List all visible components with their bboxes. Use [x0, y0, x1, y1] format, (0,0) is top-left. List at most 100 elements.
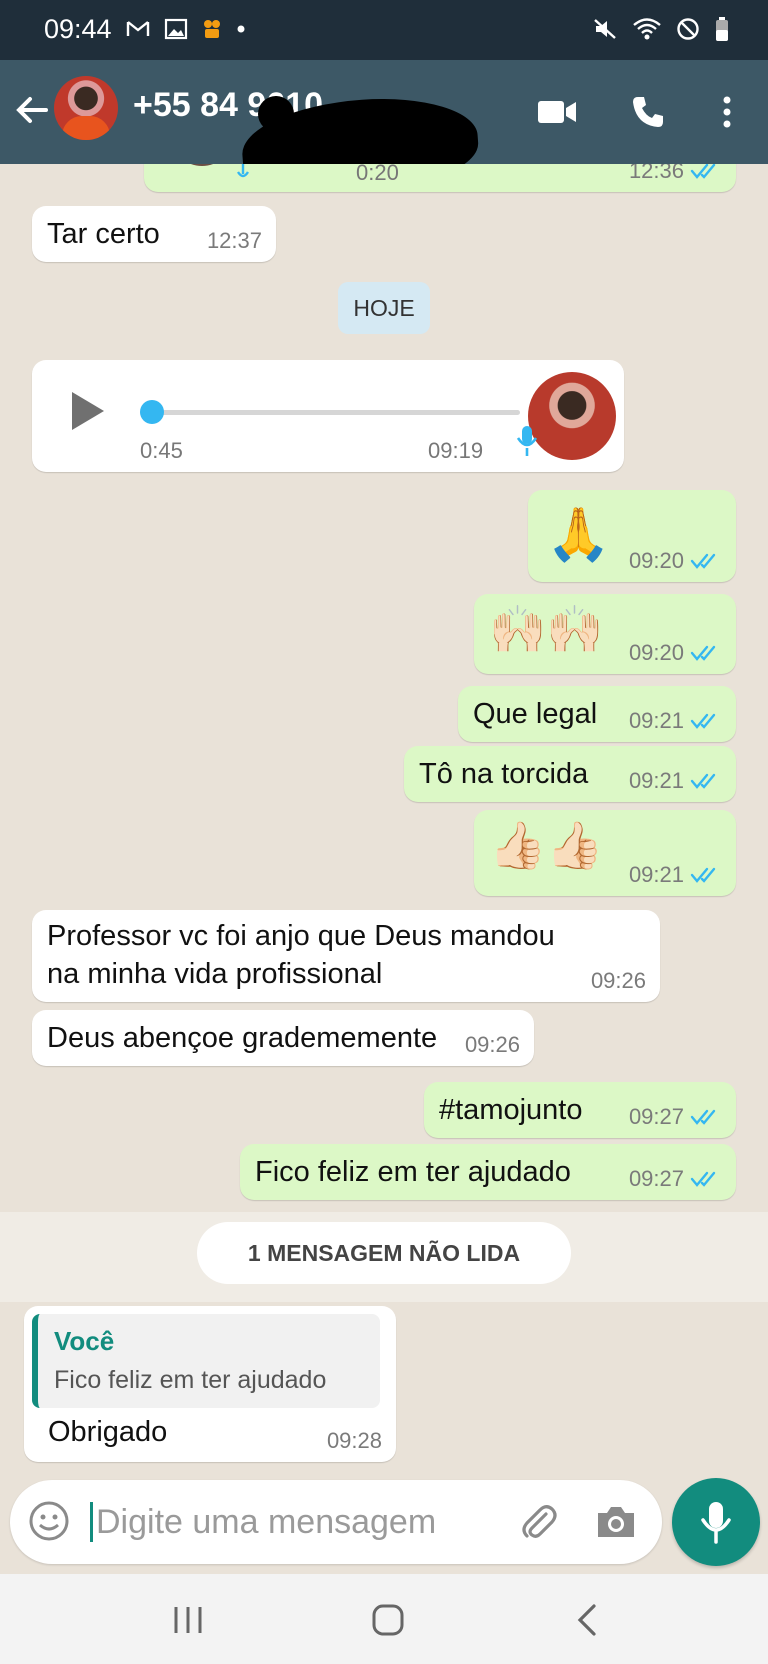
message-meta: 09:26 — [591, 968, 646, 994]
voice-duration-partial: 0:20 — [356, 164, 399, 185]
message-time: 09:28 — [326, 1428, 382, 1453]
double-check-icon — [690, 1109, 716, 1125]
emoji-icon[interactable] — [28, 1500, 70, 1542]
recent-apps-icon[interactable] — [168, 1600, 208, 1640]
message-input[interactable] — [96, 1496, 496, 1548]
message-bubble-outgoing[interactable]: 🙏 09:20 — [528, 490, 736, 582]
message-bubble-outgoing[interactable]: Tô na torcida 09:21 — [404, 746, 736, 802]
double-check-icon — [690, 773, 716, 789]
message-meta: 09:28 — [327, 1428, 382, 1454]
mic-small-icon — [236, 164, 250, 178]
home-icon[interactable] — [368, 1600, 408, 1640]
quoted-reply[interactable]: Você Fico feliz em ter ajudado — [32, 1314, 380, 1408]
video-camera-icon — [538, 101, 576, 123]
chat-header: +55 84 9610 — [0, 60, 768, 199]
notification-dot-icon — [237, 25, 245, 33]
status-bar: 09:44 — [0, 0, 768, 60]
mute-icon — [594, 19, 616, 39]
gmail-icon — [126, 21, 150, 36]
back-arrow-icon[interactable] — [12, 90, 52, 130]
message-time: 09:27 — [628, 1166, 684, 1191]
message-meta: 09:20 — [629, 640, 722, 666]
contact-avatar[interactable] — [54, 76, 118, 140]
double-check-icon — [690, 713, 716, 729]
message-time: 09:21 — [628, 862, 684, 887]
voice-progress-handle[interactable] — [140, 400, 164, 424]
gallery-icon — [164, 18, 188, 40]
date-separator: HOJE — [338, 282, 430, 334]
redaction-scribble-tip — [258, 96, 294, 132]
message-bubble-voice[interactable]: 0:45 09:19 — [32, 360, 624, 472]
more-options-button[interactable] — [703, 88, 751, 136]
play-icon[interactable] — [70, 390, 106, 432]
status-time: 09:44 — [44, 14, 112, 44]
message-meta: 09:27 — [629, 1104, 722, 1130]
text-caret — [90, 1502, 93, 1542]
message-meta: 09:21 — [629, 708, 722, 734]
message-bubble-incoming[interactable]: Tar certo 12:37 — [32, 206, 276, 262]
message-text: Obrigado — [48, 1416, 168, 1448]
message-meta: 12:36 — [629, 164, 722, 184]
record-voice-button[interactable] — [672, 1478, 760, 1566]
message-text: Deus abençoe gradememente — [47, 1022, 438, 1054]
camera-icon[interactable] — [594, 1500, 638, 1544]
unread-messages-label: 1 MENSAGEM NÃO LIDA — [197, 1222, 571, 1284]
kebab-menu-icon — [723, 96, 731, 128]
video-call-button[interactable] — [533, 88, 581, 136]
message-composer — [10, 1480, 662, 1564]
reply-author: Você — [54, 1326, 115, 1356]
message-meta: 09:26 — [465, 1032, 520, 1058]
message-emoji: 🙏 — [546, 506, 611, 564]
microphone-icon — [701, 1502, 731, 1544]
double-check-icon — [690, 645, 716, 661]
message-meta: 09:20 — [629, 548, 722, 574]
message-emoji: 🙌🏻🙌🏻 — [489, 603, 604, 655]
message-bubble-incoming[interactable]: Professor vc foi anjo que Deus mandou na… — [32, 910, 660, 1002]
message-time: 09:27 — [628, 1104, 684, 1129]
message-time: 12:36 — [628, 164, 684, 183]
voice-sender-avatar — [528, 372, 616, 460]
message-bubble-incoming[interactable]: Deus abençoe gradememente 09:26 — [32, 1010, 534, 1066]
message-time: 09:26 — [590, 968, 646, 993]
media-app-icon — [204, 20, 220, 38]
message-time: 09:21 — [628, 768, 684, 793]
message-meta: 09:27 — [629, 1166, 722, 1192]
message-meta: 09:21 — [629, 768, 722, 794]
message-time: 09:21 — [628, 708, 684, 733]
message-text: #tamojunto — [439, 1094, 583, 1126]
double-check-icon — [690, 553, 716, 569]
message-meta: 12:37 — [207, 228, 262, 254]
message-time: 09:26 — [464, 1032, 520, 1057]
message-time: 09:20 — [628, 640, 684, 665]
voice-progress-track[interactable] — [140, 410, 520, 415]
chat-area[interactable]: 0:20 12:36 Tar certo 12:37 HOJE 0:45 09:… — [0, 164, 768, 1480]
message-text-line-1: Professor vc foi anjo que Deus mandou — [47, 920, 555, 952]
wifi-icon — [633, 18, 661, 40]
reply-text: Fico feliz em ter ajudado — [54, 1366, 327, 1394]
message-bubble-outgoing[interactable]: Que legal 09:21 — [458, 686, 736, 742]
message-text: Tar certo — [47, 218, 160, 250]
message-meta: 09:21 — [629, 862, 722, 888]
mic-small-icon — [516, 426, 538, 456]
voice-duration: 0:45 — [140, 438, 183, 463]
voice-call-button[interactable] — [624, 88, 672, 136]
message-bubble-incoming-reply[interactable]: Você Fico feliz em ter ajudado Obrigado … — [24, 1306, 396, 1462]
double-check-icon — [690, 1171, 716, 1187]
message-emoji: 👍🏻👍🏻 — [489, 819, 604, 871]
system-navigation-bar — [0, 1574, 768, 1664]
attach-icon[interactable] — [516, 1500, 560, 1544]
message-bubble-outgoing[interactable]: 👍🏻👍🏻 09:21 — [474, 810, 736, 896]
do-not-disturb-icon — [677, 18, 699, 40]
phone-icon — [633, 97, 663, 127]
message-bubble-voice-partial[interactable]: 0:20 12:36 — [144, 164, 736, 192]
message-text: Tô na torcida — [419, 758, 589, 790]
back-nav-icon[interactable] — [568, 1600, 608, 1640]
message-bubble-outgoing[interactable]: 🙌🏻🙌🏻 09:20 — [474, 594, 736, 674]
message-text-line-2: na minha vida profissional — [47, 958, 383, 990]
message-bubble-outgoing[interactable]: #tamojunto 09:27 — [424, 1082, 736, 1138]
voice-avatar-partial — [170, 164, 234, 166]
message-bubble-outgoing[interactable]: Fico feliz em ter ajudado 09:27 — [240, 1144, 736, 1200]
message-text: Fico feliz em ter ajudado — [255, 1156, 571, 1188]
double-check-icon — [690, 867, 716, 883]
message-text: Que legal — [473, 698, 598, 730]
